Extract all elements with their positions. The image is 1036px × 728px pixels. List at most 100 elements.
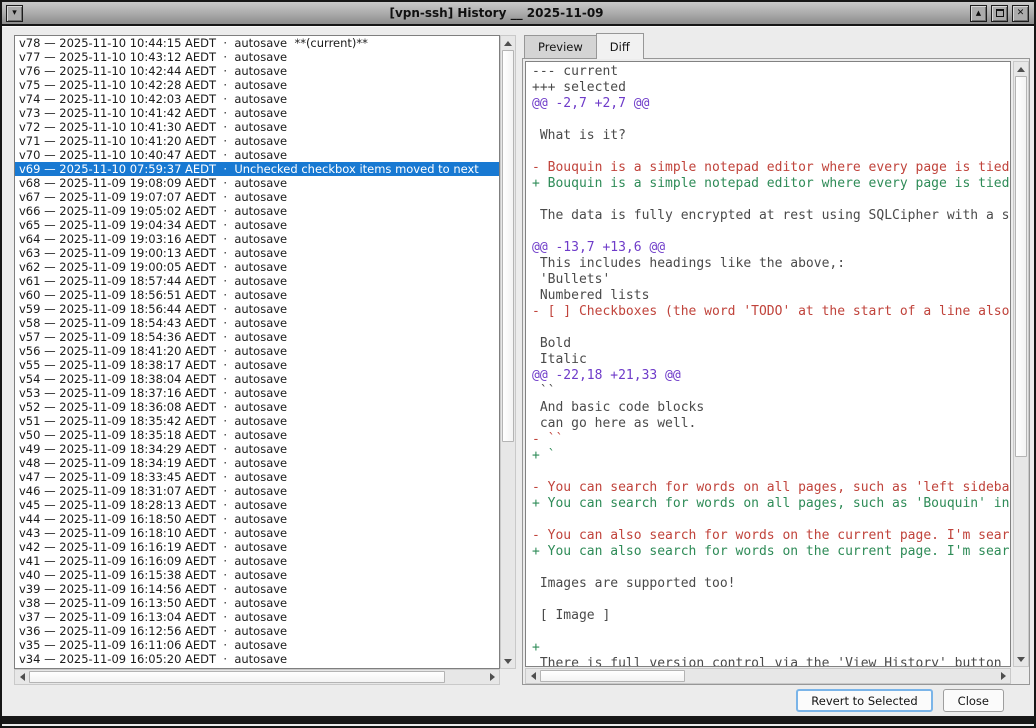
list-item[interactable]: v72 — 2025-11-10 10:41:30 AEDT · autosav… bbox=[15, 120, 499, 134]
history-vscrollbar-thumb[interactable] bbox=[502, 50, 514, 442]
list-item[interactable]: v36 — 2025-11-09 16:12:56 AEDT · autosav… bbox=[15, 624, 499, 638]
list-item[interactable]: v78 — 2025-11-10 10:44:15 AEDT · autosav… bbox=[15, 36, 499, 50]
window-menu-icon: ▾ bbox=[12, 9, 17, 18]
close-button[interactable]: Close bbox=[943, 689, 1004, 712]
diff-line: --- current bbox=[532, 64, 1010, 80]
scroll-right-icon[interactable] bbox=[485, 670, 499, 684]
diff-line: [ Image ] bbox=[532, 608, 1010, 624]
diff-line: + Bouquin is a simple notepad editor whe… bbox=[532, 176, 1010, 192]
scroll-down-icon[interactable] bbox=[501, 654, 515, 668]
list-item[interactable]: v73 — 2025-11-10 10:41:42 AEDT · autosav… bbox=[15, 106, 499, 120]
diff-text[interactable]: --- current+++ selected@@ -2,7 +2,7 @@ W… bbox=[525, 61, 1011, 667]
diff-line: 'Bullets' bbox=[532, 272, 1010, 288]
list-item[interactable]: v69 — 2025-11-10 07:59:37 AEDT · Uncheck… bbox=[15, 162, 499, 176]
list-item[interactable]: v42 — 2025-11-09 16:16:19 AEDT · autosav… bbox=[15, 540, 499, 554]
maximize-button[interactable] bbox=[991, 5, 1008, 22]
diff-line: @@ -13,7 +13,6 @@ bbox=[532, 240, 1010, 256]
list-item[interactable]: v37 — 2025-11-09 16:13:04 AEDT · autosav… bbox=[15, 610, 499, 624]
list-item[interactable]: v60 — 2025-11-09 18:56:51 AEDT · autosav… bbox=[15, 288, 499, 302]
scroll-down-icon[interactable] bbox=[1014, 652, 1028, 666]
list-item[interactable]: v35 — 2025-11-09 16:11:06 AEDT · autosav… bbox=[15, 638, 499, 652]
list-item[interactable]: v52 — 2025-11-09 18:36:08 AEDT · autosav… bbox=[15, 400, 499, 414]
minimize-button[interactable]: ▲ bbox=[970, 5, 987, 22]
scroll-right-icon[interactable] bbox=[996, 669, 1010, 683]
window-bottom-frame bbox=[2, 716, 1034, 724]
list-item[interactable]: v64 — 2025-11-09 19:03:16 AEDT · autosav… bbox=[15, 232, 499, 246]
list-item[interactable]: v55 — 2025-11-09 18:38:17 AEDT · autosav… bbox=[15, 358, 499, 372]
list-item[interactable]: v41 — 2025-11-09 16:16:09 AEDT · autosav… bbox=[15, 554, 499, 568]
diff-line bbox=[532, 112, 1010, 128]
diff-line: This includes headings like the above,: bbox=[532, 256, 1010, 272]
list-item[interactable]: v47 — 2025-11-09 18:33:45 AEDT · autosav… bbox=[15, 470, 499, 484]
diff-line: + You can search for words on all pages,… bbox=[532, 496, 1010, 512]
list-item[interactable]: v54 — 2025-11-09 18:38:04 AEDT · autosav… bbox=[15, 372, 499, 386]
history-vscrollbar[interactable] bbox=[500, 35, 516, 669]
list-item[interactable]: v67 — 2025-11-09 19:07:07 AEDT · autosav… bbox=[15, 190, 499, 204]
list-item[interactable]: v75 — 2025-11-10 10:42:28 AEDT · autosav… bbox=[15, 78, 499, 92]
list-item[interactable]: v62 — 2025-11-09 19:00:05 AEDT · autosav… bbox=[15, 260, 499, 274]
diff-line bbox=[532, 464, 1010, 480]
diff-line: Italic bbox=[532, 352, 1010, 368]
list-item[interactable]: v74 — 2025-11-10 10:42:03 AEDT · autosav… bbox=[15, 92, 499, 106]
diff-line: The data is fully encrypted at rest usin… bbox=[532, 208, 1010, 224]
list-item[interactable]: v40 — 2025-11-09 16:15:38 AEDT · autosav… bbox=[15, 568, 499, 582]
list-item[interactable]: v71 — 2025-11-10 10:41:20 AEDT · autosav… bbox=[15, 134, 499, 148]
diff-hscrollbar-thumb[interactable] bbox=[540, 670, 685, 682]
history-hscrollbar-thumb[interactable] bbox=[29, 671, 445, 683]
list-item[interactable]: v48 — 2025-11-09 18:34:19 AEDT · autosav… bbox=[15, 456, 499, 470]
history-hscrollbar[interactable] bbox=[14, 669, 500, 685]
diff-line: Numbered lists bbox=[532, 288, 1010, 304]
list-item[interactable]: v49 — 2025-11-09 18:34:29 AEDT · autosav… bbox=[15, 442, 499, 456]
diff-line: - You can search for words on all pages,… bbox=[532, 480, 1010, 496]
diff-line bbox=[532, 320, 1010, 336]
diff-vscrollbar[interactable] bbox=[1013, 61, 1029, 667]
list-item[interactable]: v45 — 2025-11-09 18:28:13 AEDT · autosav… bbox=[15, 498, 499, 512]
list-item[interactable]: v58 — 2025-11-09 18:54:43 AEDT · autosav… bbox=[15, 316, 499, 330]
diff-line: @@ -22,18 +21,33 @@ bbox=[532, 368, 1010, 384]
list-item[interactable]: v77 — 2025-11-10 10:43:12 AEDT · autosav… bbox=[15, 50, 499, 64]
close-window-button[interactable]: ✕ bbox=[1012, 5, 1029, 22]
list-item[interactable]: v43 — 2025-11-09 16:18:10 AEDT · autosav… bbox=[15, 526, 499, 540]
list-item[interactable]: v68 — 2025-11-09 19:08:09 AEDT · autosav… bbox=[15, 176, 499, 190]
list-item[interactable]: v34 — 2025-11-09 16:05:20 AEDT · autosav… bbox=[15, 652, 499, 666]
scroll-up-icon[interactable] bbox=[1014, 62, 1028, 76]
list-item[interactable]: v76 — 2025-11-10 10:42:44 AEDT · autosav… bbox=[15, 64, 499, 78]
tab-preview[interactable]: Preview bbox=[524, 35, 597, 59]
list-item[interactable]: v46 — 2025-11-09 18:31:07 AEDT · autosav… bbox=[15, 484, 499, 498]
diff-line: - [ ] Checkboxes (the word 'TODO' at the… bbox=[532, 304, 1010, 320]
revert-to-selected-button[interactable]: Revert to Selected bbox=[796, 689, 932, 712]
tab-diff-label: Diff bbox=[610, 40, 630, 54]
list-item[interactable]: v59 — 2025-11-09 18:56:44 AEDT · autosav… bbox=[15, 302, 499, 316]
diff-line: @@ -2,7 +2,7 @@ bbox=[532, 96, 1010, 112]
window-menu-button[interactable]: ▾ bbox=[6, 5, 23, 22]
scroll-left-icon[interactable] bbox=[15, 670, 29, 684]
list-item[interactable]: v66 — 2025-11-09 19:05:02 AEDT · autosav… bbox=[15, 204, 499, 218]
window-title: [vpn-ssh] History __ 2025-11-09 bbox=[25, 6, 968, 20]
list-item[interactable]: v65 — 2025-11-09 19:04:34 AEDT · autosav… bbox=[15, 218, 499, 232]
scroll-left-icon[interactable] bbox=[526, 669, 540, 683]
tab-diff[interactable]: Diff bbox=[596, 33, 644, 59]
titlebar[interactable]: ▾ [vpn-ssh] History __ 2025-11-09 ▲ ✕ bbox=[2, 2, 1034, 26]
list-item[interactable]: v57 — 2025-11-09 18:54:36 AEDT · autosav… bbox=[15, 330, 499, 344]
list-item[interactable]: v61 — 2025-11-09 18:57:44 AEDT · autosav… bbox=[15, 274, 499, 288]
version-list[interactable]: v78 — 2025-11-10 10:44:15 AEDT · autosav… bbox=[14, 35, 500, 669]
list-item[interactable]: v56 — 2025-11-09 18:41:20 AEDT · autosav… bbox=[15, 344, 499, 358]
list-item[interactable]: v44 — 2025-11-09 16:18:50 AEDT · autosav… bbox=[15, 512, 499, 526]
diff-line: What is it? bbox=[532, 128, 1010, 144]
list-item[interactable]: v51 — 2025-11-09 18:35:42 AEDT · autosav… bbox=[15, 414, 499, 428]
list-item[interactable]: v63 — 2025-11-09 19:00:13 AEDT · autosav… bbox=[15, 246, 499, 260]
diff-line: `` bbox=[532, 384, 1010, 400]
diff-hscrollbar[interactable] bbox=[525, 668, 1011, 684]
diff-line bbox=[532, 224, 1010, 240]
list-item[interactable]: v39 — 2025-11-09 16:14:56 AEDT · autosav… bbox=[15, 582, 499, 596]
diff-line: + You can also search for words on the c… bbox=[532, 544, 1010, 560]
list-item[interactable]: v50 — 2025-11-09 18:35:18 AEDT · autosav… bbox=[15, 428, 499, 442]
diff-line: - Bouquin is a simple notepad editor whe… bbox=[532, 160, 1010, 176]
list-item[interactable]: v38 — 2025-11-09 16:13:50 AEDT · autosav… bbox=[15, 596, 499, 610]
diff-pane: --- current+++ selected@@ -2,7 +2,7 @@ W… bbox=[522, 58, 1030, 685]
diff-vscrollbar-thumb[interactable] bbox=[1015, 76, 1027, 457]
list-item[interactable]: v53 — 2025-11-09 18:37:16 AEDT · autosav… bbox=[15, 386, 499, 400]
scroll-up-icon[interactable] bbox=[501, 36, 515, 50]
close-icon: ✕ bbox=[1017, 9, 1025, 18]
list-item[interactable]: v70 — 2025-11-10 10:40:47 AEDT · autosav… bbox=[15, 148, 499, 162]
